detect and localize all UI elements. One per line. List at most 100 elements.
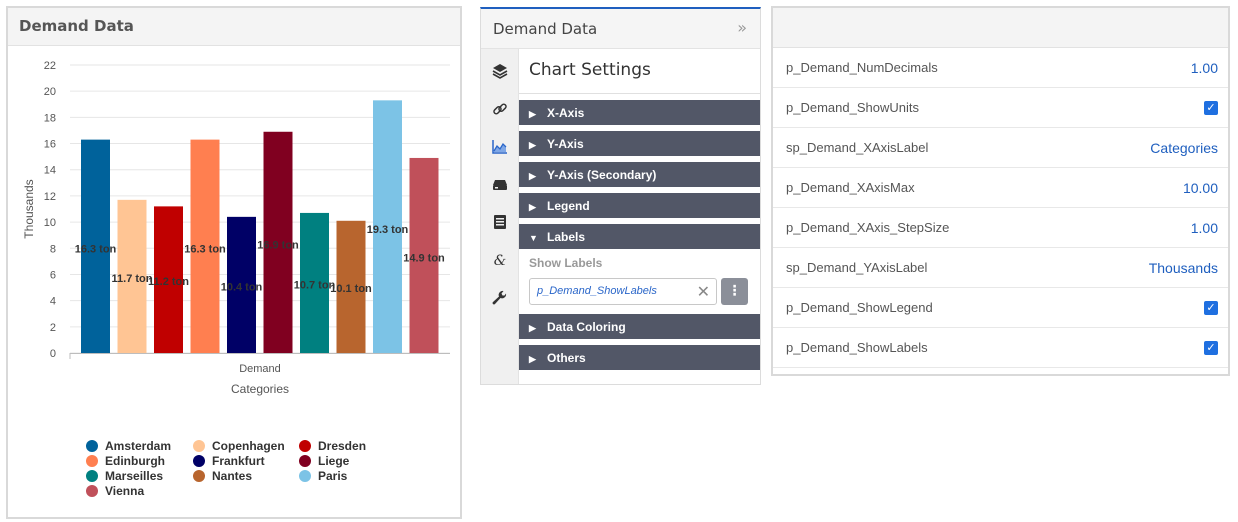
- y-tick-label: 16: [44, 139, 56, 151]
- chart-settings-panel: Demand Data » & Chart Settings ▶ X-Axis …: [480, 7, 761, 385]
- data-label: 19.3 ton: [367, 224, 409, 236]
- parameter-value[interactable]: 1.00: [1191, 220, 1218, 236]
- legend-label: Vienna: [105, 484, 145, 498]
- parameter-checkbox[interactable]: ✓: [1204, 301, 1218, 315]
- settings-panel-header: Demand Data »: [481, 9, 760, 49]
- settings-divider: [519, 93, 760, 94]
- link-icon[interactable]: [492, 101, 508, 117]
- legend-item[interactable]: Paris: [299, 469, 347, 483]
- legend-item[interactable]: Edinburgh: [86, 454, 165, 468]
- data-label: 10.4 ton: [221, 281, 263, 293]
- clear-icon[interactable]: ✕: [697, 282, 710, 301]
- bar-chart: 0 2 4 6 8 10 12 14 16 18 20 22 16.3 ton 11.7 ton11.2 …: [22, 60, 450, 396]
- y-tick-label: 6: [50, 269, 56, 281]
- y-tick-label: 2: [50, 322, 56, 334]
- legend-item[interactable]: Nantes: [193, 469, 252, 483]
- parameter-row: p_Demand_ShowLabels ✓: [773, 328, 1228, 368]
- parameter-name: sp_Demand_YAxisLabel: [786, 260, 928, 275]
- section-label: Labels: [547, 230, 586, 244]
- y-tick-label: 4: [50, 296, 56, 308]
- section-y-axis-secondary[interactable]: ▶ Y-Axis (Secondary): [519, 162, 760, 187]
- parameter-panel-header: [773, 8, 1228, 48]
- legend-label: Dresden: [318, 439, 367, 453]
- y-tick-label: 22: [44, 60, 56, 72]
- section-label: Others: [547, 351, 586, 365]
- legend-swatch: [193, 470, 205, 482]
- parameter-value[interactable]: Thousands: [1149, 260, 1218, 276]
- parameter-value[interactable]: 1.00: [1191, 60, 1218, 76]
- data-label: 11.2 ton: [148, 276, 189, 288]
- legend-swatch: [193, 440, 205, 452]
- chart-icon[interactable]: [492, 138, 508, 154]
- legend-label: Edinburgh: [105, 454, 165, 468]
- section-x-axis[interactable]: ▶ X-Axis: [519, 100, 760, 125]
- legend-swatch: [193, 455, 205, 467]
- x-category-label: Demand: [239, 363, 281, 375]
- y-tick-label: 10: [44, 217, 56, 229]
- show-labels-parameter-field[interactable]: p_Demand_ShowLabels ✕: [529, 278, 717, 305]
- legend-label: Frankfurt: [212, 454, 265, 468]
- expand-arrow-icon: ▶: [529, 109, 536, 119]
- parameter-row: p_Demand_ShowUnits ✓: [773, 88, 1228, 128]
- legend-item[interactable]: Dresden: [299, 439, 366, 453]
- y-tick-label: 18: [44, 112, 56, 124]
- legend-item[interactable]: Marseilles: [86, 469, 163, 483]
- y-tick-label: 0: [50, 348, 56, 360]
- legend-label: Nantes: [212, 469, 253, 483]
- legend-item[interactable]: Copenhagen: [193, 439, 285, 453]
- chart-widget: Demand Data 0 2 4 6 8 10 12 14 16 18 20 22 16.3 ton 1…: [6, 6, 462, 519]
- section-legend[interactable]: ▶ Legend: [519, 193, 760, 218]
- expand-arrow-icon: ▶: [529, 323, 536, 333]
- layers-icon[interactable]: [492, 63, 508, 79]
- parameter-checkbox[interactable]: ✓: [1204, 341, 1218, 355]
- legend-item[interactable]: Amsterdam: [86, 439, 171, 453]
- y-tick-label: 14: [44, 165, 56, 177]
- section-label: X-Axis: [547, 106, 585, 120]
- y-tick-label: 20: [44, 86, 56, 98]
- parameter-row: p_Demand_XAxisMax 10.00: [773, 168, 1228, 208]
- legend-item[interactable]: Frankfurt: [193, 454, 265, 468]
- legend-item[interactable]: Liege: [299, 454, 349, 468]
- expand-arrow-icon: ▶: [529, 354, 536, 364]
- data-label: 16.9 ton: [257, 240, 299, 252]
- data-label: 16.3 ton: [75, 243, 117, 255]
- y-tick-label: 12: [44, 191, 56, 203]
- data-label: 16.3 ton: [184, 243, 226, 255]
- legend-swatch: [299, 440, 311, 452]
- parameter-value[interactable]: Categories: [1150, 140, 1218, 156]
- parameter-row: sp_Demand_YAxisLabel Thousands: [773, 248, 1228, 288]
- wrench-icon[interactable]: [492, 290, 508, 306]
- expand-arrow-icon: ▶: [529, 202, 536, 212]
- legend-label: Liege: [318, 454, 350, 468]
- parameter-row: p_Demand_XAxis_StepSize 1.00: [773, 208, 1228, 248]
- legend-item[interactable]: Vienna: [86, 484, 144, 498]
- legend-label: Marseilles: [105, 469, 164, 483]
- more-options-button[interactable]: ⋮: [721, 278, 748, 305]
- y-axis-title: Thousands: [22, 179, 36, 238]
- parameter-row: sp_Demand_XAxisLabel Categories: [773, 128, 1228, 168]
- parameter-checkbox[interactable]: ✓: [1204, 101, 1218, 115]
- legend-swatch: [86, 470, 98, 482]
- section-y-axis[interactable]: ▶ Y-Axis: [519, 131, 760, 156]
- settings-icon-rail: &: [481, 49, 519, 384]
- database-icon[interactable]: [492, 176, 508, 192]
- parameter-name: p_Demand_ShowUnits: [786, 100, 919, 115]
- section-label: Y-Axis: [547, 137, 584, 151]
- section-data-coloring[interactable]: ▶ Data Coloring: [519, 314, 760, 339]
- ampersand-icon[interactable]: &: [492, 252, 508, 268]
- parameter-name: p_Demand_ShowLabels: [786, 340, 928, 355]
- parameter-value[interactable]: 10.00: [1183, 180, 1218, 196]
- collapse-panel-icon[interactable]: »: [737, 18, 747, 37]
- x-axis-title: Categories: [231, 382, 289, 396]
- svg-text:&: &: [494, 253, 506, 268]
- section-others[interactable]: ▶ Others: [519, 345, 760, 370]
- legend-swatch: [86, 440, 98, 452]
- expand-arrow-icon: ▶: [529, 140, 536, 150]
- section-label: Data Coloring: [547, 320, 626, 334]
- table-icon[interactable]: [492, 214, 508, 230]
- settings-body: Chart Settings ▶ X-Axis ▶ Y-Axis ▶ Y-Axis (…: [519, 49, 760, 384]
- parameter-name: p_Demand_NumDecimals: [786, 60, 938, 75]
- section-labels[interactable]: ▼ Labels: [519, 224, 760, 249]
- parameter-name: p_Demand_XAxis_StepSize: [786, 220, 950, 235]
- legend-label: Paris: [318, 469, 348, 483]
